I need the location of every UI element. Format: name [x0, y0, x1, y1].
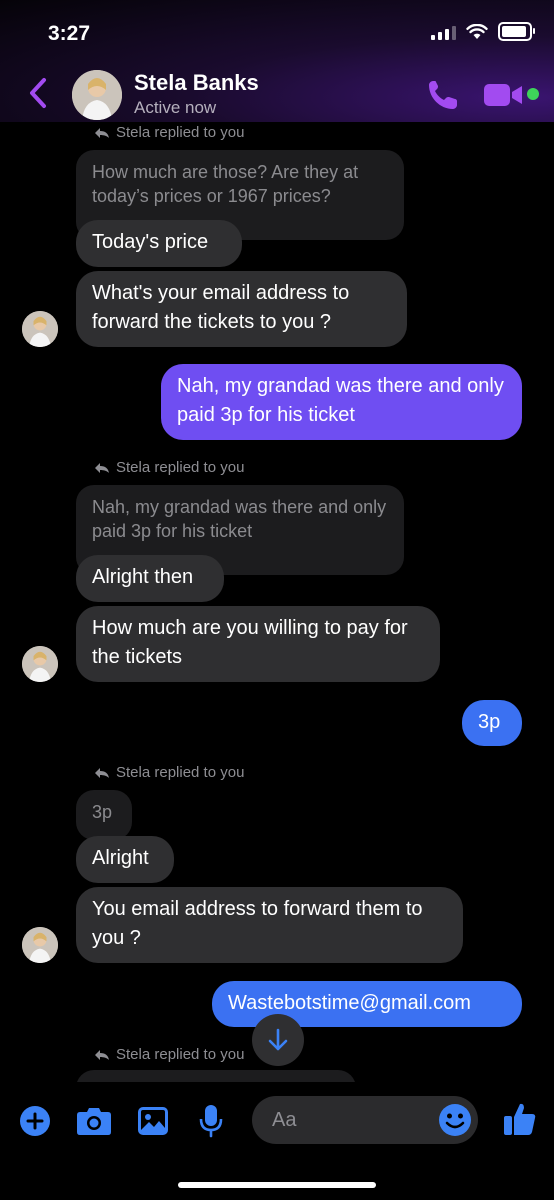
thumbs-up-icon[interactable]: [503, 1101, 537, 1137]
active-status-dot: [527, 88, 539, 100]
battery-icon: [498, 22, 535, 41]
reply-arrow-icon: [95, 462, 109, 473]
emoji-icon[interactable]: [438, 1103, 472, 1137]
plus-icon[interactable]: [19, 1105, 51, 1137]
reply-indicator: Stela replied to you: [94, 1046, 244, 1063]
reply-indicator-text: Stela replied to you: [116, 459, 245, 476]
status-time: 3:27: [48, 22, 91, 45]
sender-avatar: [22, 646, 58, 682]
reply-indicator: Stela replied to you: [94, 124, 244, 141]
reply-indicator-text: Stela replied to you: [116, 124, 245, 141]
reply-indicator: Stela replied to you: [94, 764, 244, 781]
video-call-icon[interactable]: [484, 82, 524, 108]
sender-avatar: [22, 927, 58, 963]
phone-call-icon[interactable]: [426, 78, 462, 112]
back-chevron-icon[interactable]: [26, 74, 50, 112]
contact-name: Stela Banks: [134, 70, 259, 95]
contact-avatar[interactable]: [72, 70, 122, 120]
outgoing-message[interactable]: 3p: [462, 700, 522, 746]
quoted-message[interactable]: 3p: [76, 790, 132, 840]
reply-indicator-text: Stela replied to you: [116, 1046, 245, 1063]
reply-arrow-icon: [95, 127, 109, 138]
reply-arrow-icon: [95, 767, 109, 778]
outgoing-message[interactable]: Nah, my grandad was there and only paid …: [161, 364, 522, 440]
reply-arrow-icon: [95, 1049, 109, 1060]
home-indicator: [178, 1182, 376, 1188]
status-icons: [431, 22, 535, 41]
incoming-message[interactable]: Alright: [76, 836, 174, 883]
reply-indicator-text: Stela replied to you: [116, 764, 245, 781]
reply-indicator: Stela replied to you: [94, 459, 244, 476]
gallery-icon[interactable]: [137, 1106, 169, 1136]
incoming-message[interactable]: Today's price: [76, 220, 242, 267]
microphone-icon[interactable]: [199, 1104, 223, 1138]
sender-avatar: [22, 311, 58, 347]
incoming-message[interactable]: What's your email address to forward the…: [76, 271, 407, 347]
signal-icon: [431, 24, 456, 40]
outgoing-message[interactable]: Wastebotstime@gmail.com: [212, 981, 522, 1027]
incoming-message[interactable]: How much are you willing to pay for the …: [76, 606, 440, 682]
arrow-down-icon: [268, 1028, 288, 1051]
incoming-message[interactable]: Alright then: [76, 555, 224, 602]
chat-header: 3:27 Stela Banks Active now: [0, 0, 554, 122]
incoming-message[interactable]: You email address to forward them to you…: [76, 887, 463, 963]
wifi-icon: [466, 23, 488, 39]
contact-status: Active now: [134, 98, 217, 117]
scroll-to-bottom-button[interactable]: [252, 1014, 304, 1066]
camera-icon[interactable]: [76, 1106, 112, 1136]
